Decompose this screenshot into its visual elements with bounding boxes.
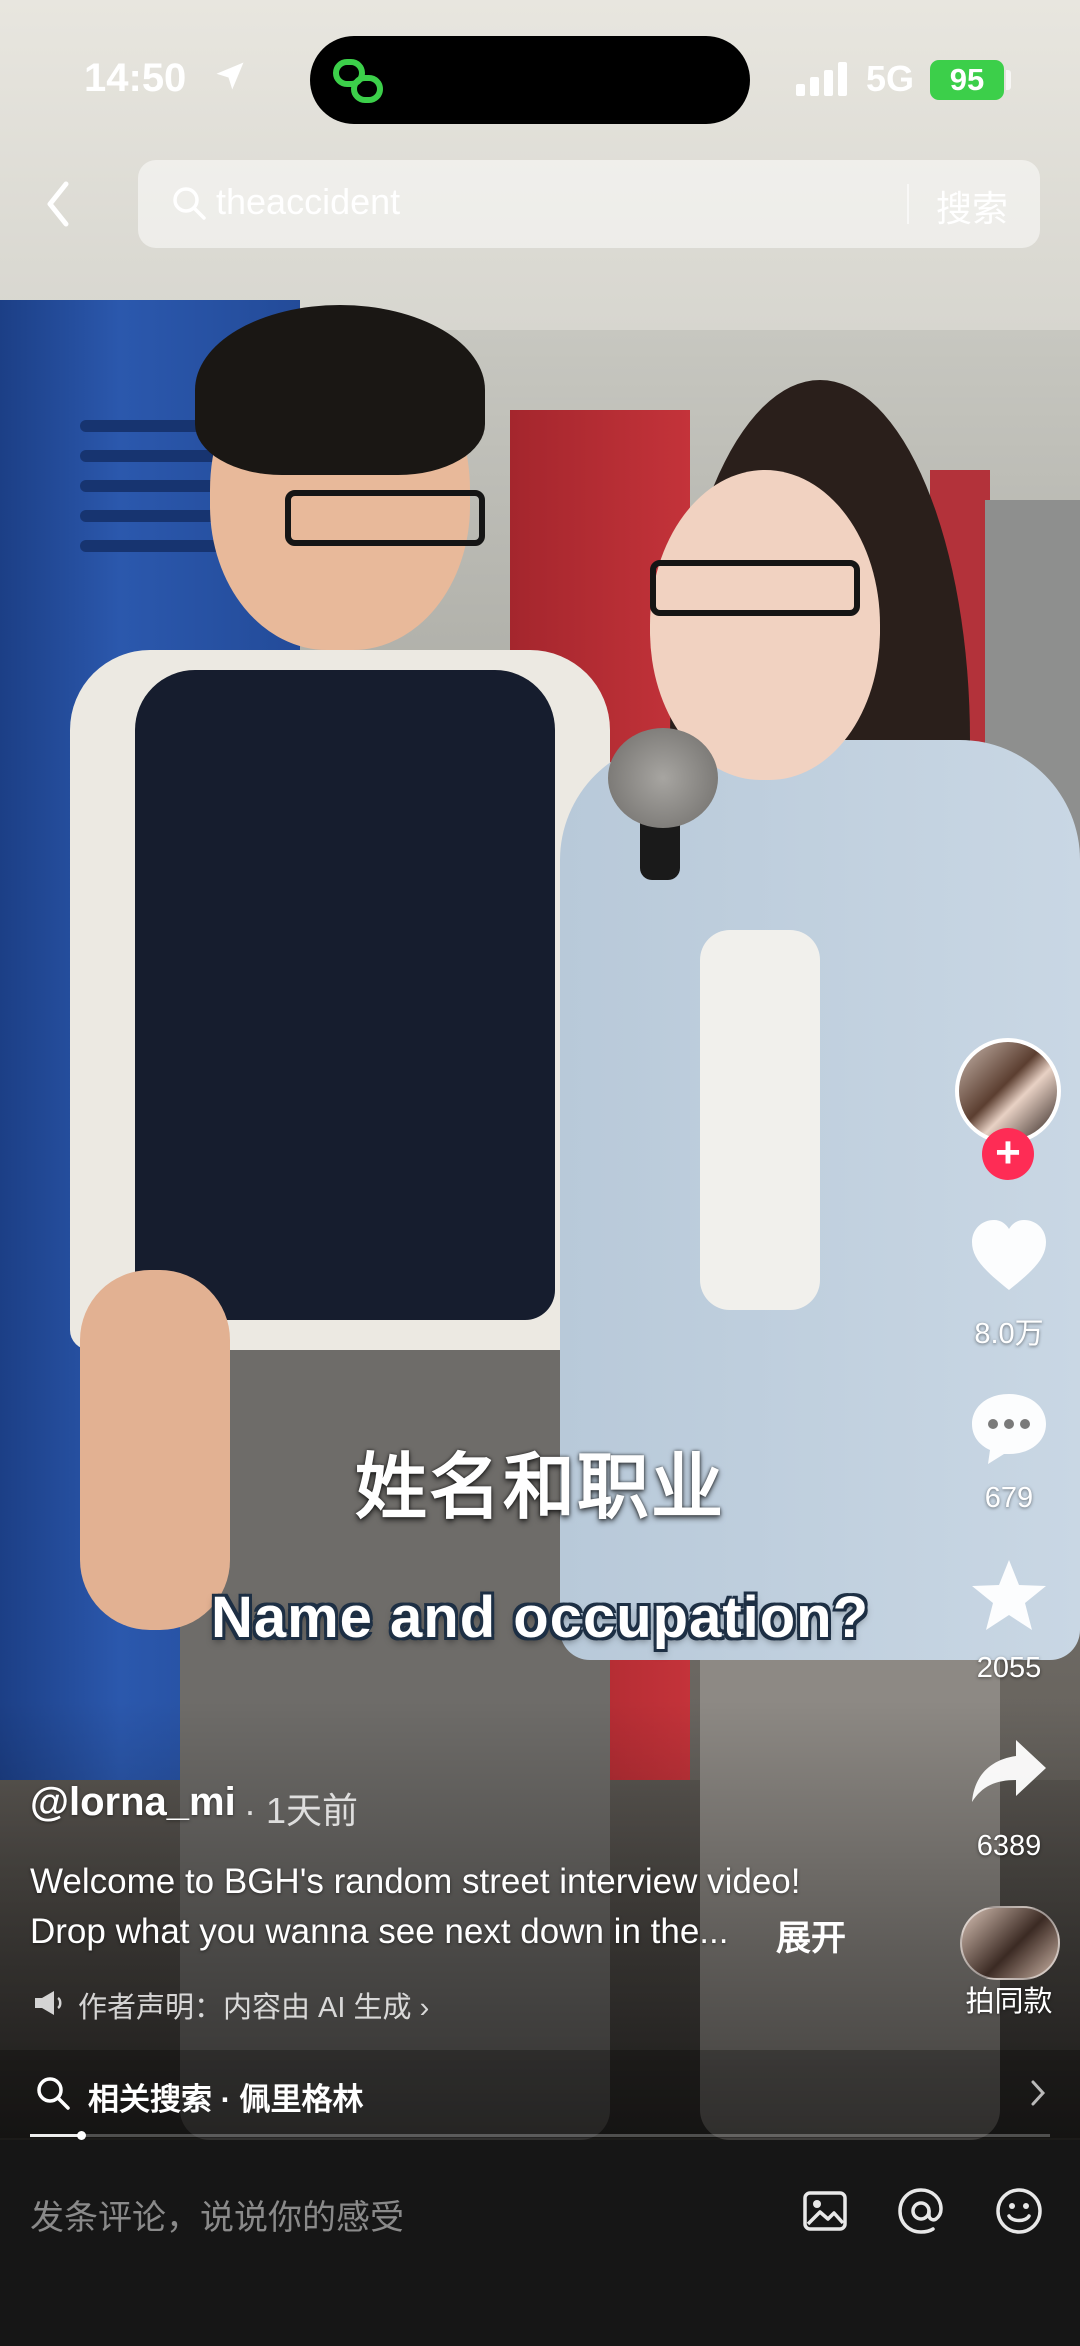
signal-icon bbox=[796, 62, 847, 96]
girl-glasses bbox=[650, 560, 860, 616]
video-progress-fill bbox=[30, 2134, 81, 2137]
caption-line-2: Drop what you wanna see next down in the… bbox=[30, 1912, 729, 1951]
follow-button[interactable]: + bbox=[982, 1128, 1034, 1180]
status-time: 14:50 bbox=[84, 56, 187, 100]
girl-top bbox=[700, 930, 820, 1310]
locker-vent bbox=[80, 510, 220, 522]
link-rings-icon bbox=[333, 59, 383, 103]
comment-count: 679 bbox=[984, 1482, 1034, 1514]
at-icon[interactable] bbox=[896, 2186, 946, 2236]
expand-caption-button[interactable]: 展开 bbox=[776, 1910, 846, 1961]
same-style-thumbnail[interactable] bbox=[960, 1906, 1060, 1980]
heart-icon[interactable] bbox=[968, 1216, 1050, 1296]
search-query[interactable]: theaccident bbox=[216, 181, 400, 223]
emoji-icon[interactable] bbox=[994, 2186, 1044, 2236]
like-count: 8.0万 bbox=[974, 1318, 1044, 1350]
subtitle-english: Name and occupation? bbox=[210, 1585, 870, 1650]
battery-level: 95 bbox=[949, 62, 985, 97]
network-type: 5G bbox=[866, 58, 915, 99]
ai-disclosure[interactable]: 作者声明：内容由 AI 生成 › bbox=[78, 1984, 429, 2026]
locker-vent bbox=[80, 540, 220, 552]
video-progress-track[interactable] bbox=[30, 2134, 1050, 2137]
post-time: · 1天前 bbox=[244, 1790, 359, 1831]
share-arrow-icon[interactable] bbox=[968, 1732, 1050, 1812]
author-handle[interactable]: @lorna_mi bbox=[30, 1780, 236, 1825]
star-icon[interactable] bbox=[968, 1556, 1050, 1636]
boy-vest bbox=[135, 670, 555, 1320]
location-arrow-icon bbox=[216, 62, 244, 90]
comment-input[interactable]: 发条评论，说说你的感受 bbox=[30, 2190, 404, 2239]
search-icon bbox=[173, 187, 206, 220]
locker-vent bbox=[80, 450, 220, 462]
search-button[interactable]: 搜索 bbox=[936, 180, 1008, 232]
share-count: 6389 bbox=[976, 1830, 1042, 1862]
comment-bar bbox=[0, 2140, 1080, 2346]
same-style-label[interactable]: 拍同款 bbox=[940, 1978, 1078, 2020]
locker-vent bbox=[80, 480, 220, 492]
comment-bubble-icon[interactable] bbox=[968, 1388, 1050, 1468]
microphone-head bbox=[608, 728, 718, 828]
megaphone-icon bbox=[35, 1991, 62, 2015]
subtitle-chinese: 姓名和职业 bbox=[354, 1448, 725, 1528]
search-icon bbox=[37, 2077, 70, 2110]
image-icon[interactable] bbox=[800, 2186, 850, 2236]
search-divider bbox=[907, 184, 909, 224]
chevron-left-icon[interactable] bbox=[36, 168, 80, 240]
battery-cap bbox=[1006, 70, 1011, 90]
related-search-label[interactable]: 相关搜索 · 佩里格林 bbox=[88, 2074, 364, 2119]
video-progress-handle[interactable] bbox=[77, 2131, 86, 2140]
favorite-count: 2055 bbox=[976, 1652, 1042, 1684]
boy-hair bbox=[195, 305, 485, 475]
battery-indicator: 95 bbox=[930, 60, 1004, 100]
boy-glasses bbox=[285, 490, 485, 546]
caption-line-1: Welcome to BGH's random street interview… bbox=[30, 1862, 801, 1901]
chevron-right-icon[interactable] bbox=[1028, 2078, 1048, 2108]
